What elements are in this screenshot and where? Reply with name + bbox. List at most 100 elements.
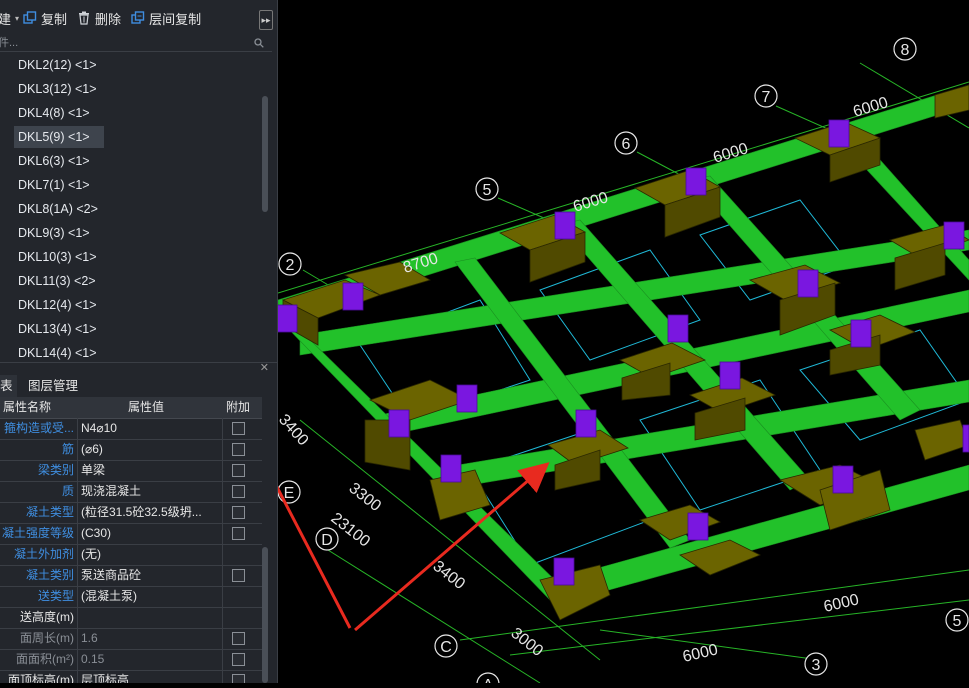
- property-row[interactable]: 质现浇混凝土: [0, 481, 262, 503]
- property-value[interactable]: (粒径31.5砼32.5级坍...: [77, 502, 221, 523]
- property-value[interactable]: (无): [77, 544, 221, 565]
- copy-button-label: 复制: [41, 11, 68, 27]
- property-name-text: 凝土外加剂: [13, 547, 74, 561]
- list-item[interactable]: DKL6(3) <1>: [0, 150, 262, 172]
- add-checkbox[interactable]: [232, 443, 245, 456]
- add-checkbox[interactable]: [232, 674, 245, 683]
- axis-label-D: D: [321, 532, 333, 549]
- list-item[interactable]: DKL9(3) <1>: [0, 222, 262, 244]
- new-button[interactable]: 建 ▾: [0, 9, 19, 28]
- delete-button[interactable]: 删除: [77, 9, 121, 28]
- list-item[interactable]: DKL11(3) <2>: [0, 270, 262, 292]
- list-item[interactable]: DKL14(4) <1>: [0, 342, 262, 360]
- dim-bottom: 6000: [681, 641, 720, 666]
- list-item-label: DKL13(4) <1>: [18, 322, 97, 336]
- add-checkbox[interactable]: [232, 653, 245, 666]
- property-name-text: 质: [61, 484, 74, 498]
- property-row[interactable]: 面顶标高(m) 层顶标高: [0, 670, 262, 683]
- property-row[interactable]: 梁类别 单梁: [0, 460, 262, 482]
- property-name: 凝土强度等级: [0, 523, 76, 544]
- list-item[interactable]: DKL5(9) <1>: [0, 126, 262, 148]
- list-item[interactable]: DKL8(1A) <2>: [0, 198, 262, 220]
- property-name: 送类型: [0, 586, 76, 607]
- property-value[interactable]: N4⌀10: [77, 418, 221, 439]
- property-name: 凝土类别: [0, 565, 76, 586]
- list-item[interactable]: DKL3(12) <1>: [0, 78, 262, 100]
- list-item-label: DKL12(4) <1>: [18, 298, 97, 312]
- add-checkbox[interactable]: [232, 569, 245, 582]
- axis-label-E: E: [284, 485, 295, 502]
- toolbar: 建 ▾ 复制 删除 层间复制: [0, 0, 277, 36]
- property-row[interactable]: 凝土类别 泵送商品砼: [0, 565, 262, 587]
- cad-3d-view[interactable]: 8 7 6 5 2 E D C 3 5 A: [101, 0, 969, 688]
- axis-label-5: 5: [483, 182, 492, 199]
- property-value[interactable]: (C30): [77, 523, 221, 544]
- add-checkbox[interactable]: [232, 527, 245, 540]
- axis-label-7: 7: [762, 89, 771, 106]
- property-value[interactable]: 泵送商品砼: [77, 565, 221, 586]
- search-placeholder: 件...: [0, 37, 19, 49]
- property-row[interactable]: 送高度(m): [0, 607, 262, 629]
- copy-button[interactable]: 复制: [23, 9, 67, 28]
- search-icon[interactable]: [254, 38, 264, 48]
- property-row[interactable]: 凝土外加剂 (无): [0, 544, 262, 566]
- property-name-text: 凝土类型: [25, 505, 74, 519]
- search-input[interactable]: 件...: [0, 36, 272, 52]
- panel-divider: ✕: [0, 362, 277, 375]
- axis-label-8: 8: [901, 42, 910, 59]
- property-row[interactable]: 凝土强度等级 (C30): [0, 523, 262, 545]
- dim-E-D: 3300: [346, 480, 385, 515]
- tab-layer-management-label: 图层管理: [28, 379, 79, 393]
- list-item-label: DKL10(3) <1>: [18, 250, 97, 264]
- property-grid-header: 属性名称 属性值 附加: [0, 397, 262, 419]
- close-icon[interactable]: ✕: [260, 361, 269, 374]
- tab-layer-management[interactable]: 图层管理: [24, 375, 82, 397]
- property-add-cell: [222, 481, 263, 502]
- property-value[interactable]: [77, 607, 221, 628]
- list-item[interactable]: DKL12(4) <1>: [0, 294, 262, 316]
- axis-label-3: 3: [812, 657, 821, 674]
- property-value[interactable]: 0.15: [77, 649, 221, 670]
- add-checkbox[interactable]: [232, 464, 245, 477]
- property-add-cell: [222, 439, 263, 460]
- property-row[interactable]: 面面积(m²) 0.15: [0, 649, 262, 671]
- property-scrollbar[interactable]: [262, 547, 268, 683]
- property-row[interactable]: 送类型 (混凝土泵): [0, 586, 262, 608]
- tab-properties-label: 表: [0, 379, 13, 393]
- property-name-text: 筋: [61, 442, 74, 456]
- property-row[interactable]: 面周长(m) 1.6: [0, 628, 262, 650]
- property-name-text: 面面积(m²): [16, 652, 74, 666]
- property-row[interactable]: 凝土类型 (粒径31.5砼32.5级坍...: [0, 502, 262, 524]
- list-item[interactable]: DKL4(8) <1>: [0, 102, 262, 124]
- add-checkbox[interactable]: [232, 422, 245, 435]
- list-item[interactable]: DKL13(4) <1>: [0, 318, 262, 340]
- cad-drawing[interactable]: 8 7 6 5 2 E D C 3 5 A: [101, 0, 969, 688]
- copy-icon: [23, 11, 37, 24]
- list-item[interactable]: DKL7(1) <1>: [0, 174, 262, 196]
- property-row[interactable]: 箍构造或受... N4⌀10: [0, 418, 262, 440]
- tab-properties[interactable]: 表: [0, 375, 17, 397]
- property-value[interactable]: (混凝土泵): [77, 586, 221, 607]
- add-checkbox[interactable]: [232, 485, 245, 498]
- list-scrollbar[interactable]: [262, 96, 268, 212]
- list-item-label: DKL5(9) <1>: [18, 130, 90, 144]
- property-row[interactable]: 筋 (⌀6): [0, 439, 262, 461]
- property-value[interactable]: 单梁: [77, 460, 221, 481]
- property-name-text: 送高度(m): [20, 610, 74, 624]
- list-item-label: DKL11(3) <2>: [18, 274, 96, 288]
- property-add-cell: [222, 628, 263, 649]
- list-item[interactable]: DKL2(12) <1>: [0, 54, 262, 76]
- add-checkbox[interactable]: [232, 632, 245, 645]
- property-value[interactable]: 现浇混凝土: [77, 481, 221, 502]
- property-add-cell: [222, 523, 263, 544]
- property-name: 凝土类型: [0, 502, 76, 523]
- property-value[interactable]: 层顶标高: [77, 670, 221, 683]
- list-item[interactable]: DKL10(3) <1>: [0, 246, 262, 268]
- floor-copy-button[interactable]: 层间复制: [131, 9, 201, 28]
- property-value[interactable]: (⌀6): [77, 439, 221, 460]
- component-list: DKL2(12) <1> DKL3(12) <1> DKL4(8) <1> DKL5(…: [0, 54, 262, 360]
- add-checkbox[interactable]: [232, 506, 245, 519]
- expand-toolbar-button[interactable]: ▸▸: [259, 10, 273, 30]
- foundation-pads: [281, 84, 969, 621]
- property-value[interactable]: 1.6: [77, 628, 221, 649]
